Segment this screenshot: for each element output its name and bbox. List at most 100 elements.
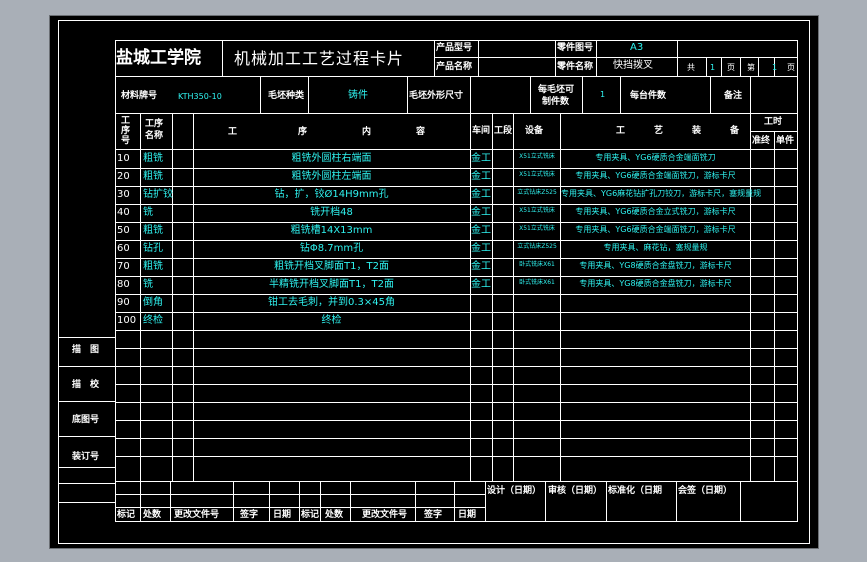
footer-change-doc-2: 更改文件号	[362, 510, 408, 520]
process-card-sheet: 盐城工学院 机械加工工艺过程卡片 产品型号 产品名称 零件图号 A3 零件名称 …	[49, 15, 819, 549]
row-content: 钳工去毛刺，并到0.3×45角	[267, 297, 395, 308]
remarks-label: 备注	[724, 91, 743, 101]
material-label: 材料牌号	[121, 91, 158, 101]
col-content-1: 工	[228, 127, 238, 137]
row-equipment: X51立式铣床	[519, 207, 555, 214]
col-step-no-1: 工	[121, 116, 131, 126]
col-step-no-3: 号	[121, 136, 131, 146]
row-step-name: 钻孔	[143, 243, 163, 254]
per-unit-label: 每台件数	[630, 91, 667, 101]
col-step-no-2: 序	[121, 126, 131, 136]
side-label-binding: 装订号	[72, 452, 100, 462]
row-step-name: 铣	[143, 279, 153, 290]
product-model-label: 产品型号	[436, 43, 473, 53]
row-tooling: 专用夹具、YG6硬质合金端面铣刀，游标卡尺	[575, 171, 736, 180]
footer-standardize: 标准化（日期	[608, 486, 663, 496]
part-name-label: 零件名称	[557, 62, 594, 72]
row-tooling: 专用夹具、麻花钻，塞规量规	[603, 243, 708, 252]
row-step-name: 铣	[143, 207, 153, 218]
row-tooling: 专用夹具、YG8硬质合金盘铣刀，游标卡尺	[579, 279, 732, 288]
row-step-name: 倒角	[143, 297, 163, 308]
footer-count: 处数	[143, 510, 162, 520]
footer-count-2: 处数	[325, 510, 344, 520]
row-workshop: 金工	[471, 243, 491, 254]
col-section: 工段	[494, 126, 513, 136]
blank-size-label: 毛坯外形尺寸	[409, 91, 464, 101]
row-equipment: X51立式铣床	[519, 171, 555, 178]
row-content: 粗铣槽14X13mm	[290, 225, 373, 236]
per-blank-value: 1	[600, 90, 606, 99]
col-step-name-2: 名称	[145, 131, 164, 141]
col-unit-time: 单件	[776, 136, 795, 146]
row-content: 粗铣外圆柱左端面	[291, 171, 372, 182]
row-step-no: 40	[117, 207, 130, 218]
col-content-4: 容	[416, 127, 426, 137]
total-pages-value: 1	[710, 63, 716, 72]
row-step-name: 终检	[143, 315, 163, 326]
footer-date-2: 日期	[458, 510, 477, 520]
blank-type-value: 铸件	[348, 90, 368, 101]
row-step-no: 90	[117, 297, 130, 308]
row-step-no: 50	[117, 225, 130, 236]
row-step-name: 粗铣	[143, 261, 163, 272]
part-name-value: 快挡拨叉	[613, 60, 653, 71]
footer-review: 审核（日期）	[548, 486, 603, 496]
row-step-name: 粗铣	[143, 225, 163, 236]
row-step-name: 钻扩铰	[143, 189, 173, 200]
row-tooling: 专用夹具、YG6硬质合金立式铣刀，游标卡尺	[575, 207, 736, 216]
row-tooling: 专用夹具、YG6硬质合金端面铣刀，游标卡尺	[575, 225, 736, 234]
footer-sign-2: 签字	[424, 510, 443, 520]
total-pages-label: 共	[687, 63, 695, 72]
footer-countersign: 会签（日期）	[678, 486, 733, 496]
row-workshop: 金工	[471, 207, 491, 218]
row-equipment: 卧式铣床X61	[519, 261, 555, 268]
material-value: KTH350-10	[178, 92, 222, 101]
part-number-value: A3	[630, 42, 644, 53]
footer-design: 设计（日期）	[487, 486, 542, 496]
col-content-3: 内	[362, 127, 372, 137]
blank-type-label: 毛坯种类	[268, 91, 305, 101]
row-content: 粗铣外圆柱右端面	[291, 153, 372, 164]
col-time: 工时	[764, 117, 783, 127]
row-tooling: 专用夹具、YG6麻花钻扩孔刀铰刀，游标卡尺，塞规量规	[561, 189, 762, 198]
row-workshop: 金工	[471, 171, 491, 182]
row-step-no: 100	[117, 315, 137, 326]
row-content: 钻Φ8.7mm孔	[299, 243, 364, 254]
row-equipment: X51立式铣床	[519, 225, 555, 232]
footer-sign: 签字	[240, 510, 259, 520]
side-label-base-drawing: 底图号	[72, 415, 100, 425]
current-page-label: 第	[747, 63, 755, 72]
row-workshop: 金工	[471, 189, 491, 200]
per-blank-label-1: 每毛坯可	[538, 85, 575, 95]
col-content-2: 序	[298, 127, 308, 137]
row-content: 铣开档48	[310, 207, 353, 218]
col-tooling-4: 备	[730, 126, 740, 136]
row-step-no: 70	[117, 261, 130, 272]
school-name: 盐城工学院	[116, 48, 201, 68]
col-workshop: 车间	[472, 126, 491, 136]
row-step-no: 20	[117, 171, 130, 182]
document-title: 机械加工工艺过程卡片	[234, 49, 405, 68]
side-label-checked: 描 校	[72, 380, 100, 390]
row-equipment: 立式钻床Z525	[517, 243, 557, 250]
part-number-label: 零件图号	[557, 43, 594, 53]
row-step-name: 粗铣	[143, 171, 163, 182]
row-step-no: 30	[117, 189, 130, 200]
footer-mark-2: 标记	[301, 510, 320, 520]
col-equipment: 设备	[525, 126, 544, 136]
col-tooling-2: 艺	[654, 126, 664, 136]
row-equipment: 卧式铣床X61	[519, 279, 555, 286]
col-step-name-1: 工序	[145, 119, 164, 129]
row-content: 半精铣开档叉脚面T1，T2面	[269, 279, 394, 290]
row-content: 粗铣开档叉脚面T1，T2面	[274, 261, 389, 272]
footer-date: 日期	[273, 510, 292, 520]
row-step-no: 60	[117, 243, 130, 254]
side-label-drawn: 描 图	[72, 345, 100, 355]
row-content: 终检	[321, 315, 342, 326]
row-workshop: 金工	[471, 279, 491, 290]
per-blank-label-2: 制件数	[542, 97, 570, 107]
row-step-no: 80	[117, 279, 130, 290]
col-tooling-3: 装	[692, 126, 702, 136]
row-step-no: 10	[117, 153, 130, 164]
row-equipment: X51立式铣床	[519, 153, 555, 160]
